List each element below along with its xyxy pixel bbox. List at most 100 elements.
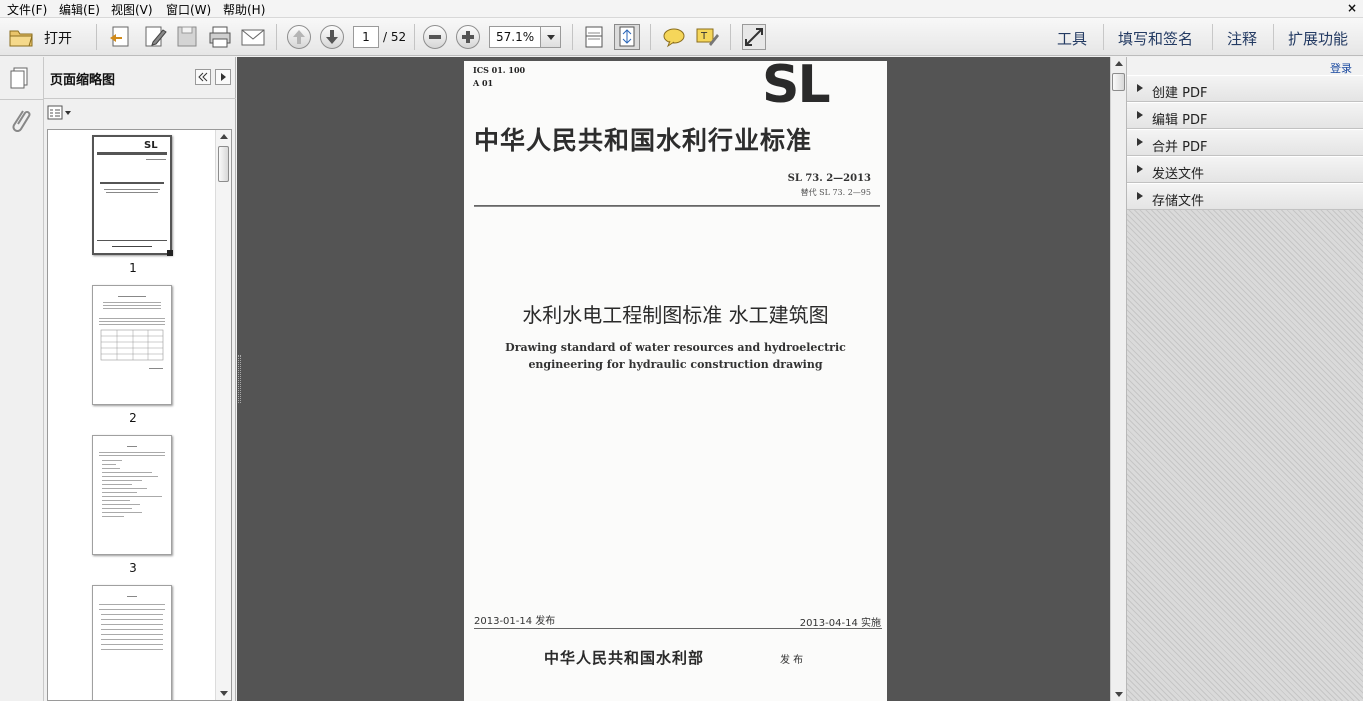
thumbnail-page-number-1: 1 bbox=[129, 261, 137, 275]
page-3-preview bbox=[99, 446, 165, 517]
thumbnail-page-3[interactable] bbox=[92, 435, 172, 555]
comment-button[interactable] bbox=[662, 24, 686, 50]
sl-logo: SL bbox=[762, 61, 831, 115]
zoom-out-button[interactable] bbox=[423, 25, 447, 49]
issuer-name: 中华人民共和国水利部 bbox=[544, 649, 705, 667]
issuer-suffix: 发 布 bbox=[780, 655, 804, 666]
thumbnail-page-2[interactable] bbox=[92, 285, 172, 405]
fit-width-button[interactable] bbox=[582, 24, 606, 50]
zoom-in-button[interactable] bbox=[456, 25, 480, 49]
close-document-button[interactable]: × bbox=[1347, 1, 1357, 15]
store-file-label: 存储文件 bbox=[1152, 194, 1205, 209]
comment-link[interactable]: 注释 bbox=[1227, 28, 1257, 49]
navigation-pane bbox=[0, 57, 44, 701]
footer-rule bbox=[474, 628, 882, 629]
menu-edit[interactable]: 编辑(E) bbox=[59, 1, 100, 18]
menu-view[interactable]: 视图(V) bbox=[111, 1, 153, 18]
login-link[interactable]: 登录 bbox=[1330, 60, 1352, 76]
create-pdf-item[interactable]: 创建 PDF bbox=[1127, 75, 1363, 102]
create-pdf-icon bbox=[110, 26, 129, 47]
menu-bar: 文件(F) 编辑(E) 视图(V) 窗口(W) 帮助(H) × bbox=[0, 0, 1363, 18]
extend-link[interactable]: 扩展功能 bbox=[1288, 28, 1348, 49]
email-icon bbox=[241, 29, 265, 46]
collapse-panel-button[interactable] bbox=[195, 69, 211, 85]
print-icon bbox=[209, 26, 231, 48]
open-label: 打开 bbox=[44, 31, 72, 47]
thumbnail-scroll-thumb[interactable] bbox=[218, 146, 229, 182]
title-chinese: 水利水电工程制图标准 水工建筑图 bbox=[522, 303, 829, 327]
thumbnail-page-number-3: 3 bbox=[129, 561, 137, 575]
page-thumbnails-button[interactable] bbox=[8, 65, 32, 89]
tools-link[interactable]: 工具 bbox=[1057, 28, 1087, 49]
expand-icon bbox=[745, 28, 763, 46]
thumbnail-list[interactable]: SL 1 2 3 bbox=[47, 129, 232, 701]
options-icon bbox=[47, 105, 71, 120]
replaces-number: 替代 SL 73. 2—95 bbox=[800, 188, 871, 197]
create-button[interactable] bbox=[108, 24, 132, 50]
page-4-preview bbox=[99, 596, 165, 650]
scroll-down-icon bbox=[1115, 692, 1123, 697]
page-total: / 52 bbox=[383, 30, 407, 44]
open-button[interactable]: 打开 bbox=[8, 24, 90, 50]
combine-pdf-item[interactable]: 合并 PDF bbox=[1127, 129, 1363, 156]
edit-document-icon bbox=[145, 26, 167, 47]
next-page-button[interactable] bbox=[320, 25, 344, 49]
thumbnail-page-number-2: 2 bbox=[129, 411, 137, 425]
send-file-item[interactable]: 发送文件 bbox=[1127, 156, 1363, 183]
page-1-preview: SL bbox=[97, 140, 167, 247]
svg-text:T: T bbox=[700, 31, 708, 42]
edit-pdf-item[interactable]: 编辑 PDF bbox=[1127, 102, 1363, 129]
folder-icon bbox=[9, 30, 33, 47]
fit-page-button[interactable] bbox=[614, 24, 640, 50]
thumbnail-page-1[interactable]: SL bbox=[92, 135, 173, 256]
attachments-button[interactable] bbox=[8, 107, 32, 135]
ics-code: ICS 01. 100 bbox=[473, 65, 526, 75]
title-english-line1: Drawing standard of water resources and … bbox=[505, 341, 846, 354]
print-button[interactable] bbox=[208, 24, 232, 50]
zoom-dropdown-button[interactable] bbox=[540, 27, 560, 47]
panel-next-button[interactable] bbox=[215, 69, 231, 85]
arrow-up-icon bbox=[293, 30, 305, 44]
create-pdf-label: 创建 PDF bbox=[1152, 86, 1208, 101]
menu-help[interactable]: 帮助(H) bbox=[223, 1, 265, 18]
save-button[interactable] bbox=[176, 24, 198, 50]
expand-arrow-icon bbox=[1137, 84, 1143, 92]
thumbnail-scrollbar[interactable] bbox=[215, 130, 231, 700]
paperclip-icon bbox=[12, 110, 31, 132]
implementation-date: 2013-04-14 实施 bbox=[799, 618, 881, 629]
document-viewer[interactable]: ICS 01. 100 A 01 SL 中华人民共和国水利行业标准 SL 73.… bbox=[237, 57, 1110, 701]
main-toolbar: 打开 1 / 52 57.1% T 工具 填写和签名 注释 扩展功能 bbox=[0, 18, 1363, 56]
task-pane: 登录 创建 PDF 编辑 PDF 合并 PDF 发送文件 存储文件 bbox=[1126, 57, 1363, 701]
send-file-label: 发送文件 bbox=[1152, 167, 1205, 182]
scroll-up-icon bbox=[1115, 61, 1123, 66]
expand-arrow-icon bbox=[1137, 138, 1143, 146]
document-scrollbar[interactable] bbox=[1110, 57, 1126, 701]
zoom-select[interactable]: 57.1% bbox=[489, 26, 561, 48]
thumbnail-panel: 页面缩略图 SL 1 2 3 bbox=[44, 57, 236, 701]
fill-sign-link[interactable]: 填写和签名 bbox=[1118, 28, 1193, 49]
plus-icon bbox=[462, 31, 474, 43]
standard-number: SL 73. 2—2013 bbox=[787, 173, 871, 184]
expand-arrow-icon bbox=[1137, 111, 1143, 119]
full-screen-button[interactable] bbox=[742, 24, 766, 50]
thumbnail-options-button[interactable] bbox=[47, 104, 73, 122]
highlighter-icon: T bbox=[696, 28, 719, 46]
scroll-down-icon bbox=[220, 691, 228, 696]
page-number-input[interactable]: 1 bbox=[353, 26, 379, 48]
document-scroll-thumb[interactable] bbox=[1112, 73, 1125, 91]
edit-button[interactable] bbox=[143, 24, 167, 50]
email-button[interactable] bbox=[240, 24, 266, 50]
highlight-button[interactable]: T bbox=[695, 24, 719, 50]
menu-file[interactable]: 文件(F) bbox=[7, 1, 47, 18]
store-file-item[interactable]: 存储文件 bbox=[1127, 183, 1363, 210]
previous-page-button[interactable] bbox=[287, 25, 311, 49]
svg-text:SL: SL bbox=[144, 140, 158, 151]
pages-icon bbox=[10, 67, 28, 89]
combine-pdf-label: 合并 PDF bbox=[1152, 140, 1208, 155]
double-chevron-left-icon bbox=[198, 72, 208, 82]
thumbnail-page-4[interactable] bbox=[92, 585, 172, 700]
zoom-value: 57.1% bbox=[496, 30, 535, 44]
standard-header: 中华人民共和国水利行业标准 bbox=[474, 126, 813, 155]
panel-splitter[interactable] bbox=[238, 355, 241, 403]
menu-window[interactable]: 窗口(W) bbox=[166, 1, 211, 18]
